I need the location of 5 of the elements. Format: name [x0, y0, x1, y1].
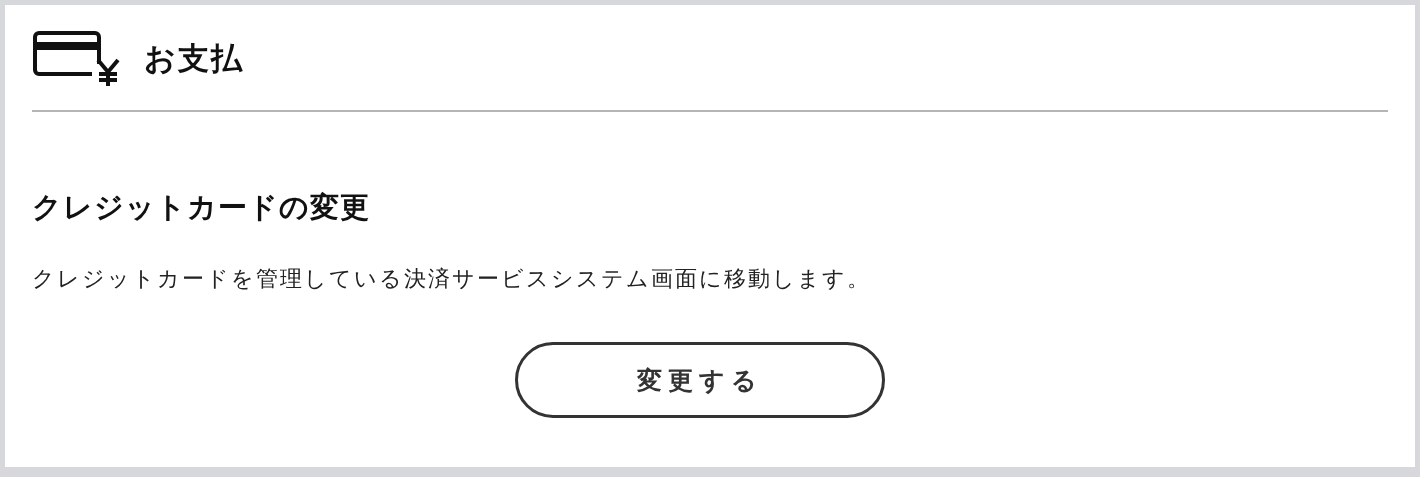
- section-description: クレジットカードを管理している決済サービスシステム画面に移動します。: [32, 265, 872, 293]
- credit-card-yen-icon: [32, 29, 122, 88]
- section-title: クレジットカードの変更: [32, 189, 371, 226]
- page-title: お支払: [144, 38, 244, 78]
- change-button[interactable]: 変更する: [515, 342, 885, 418]
